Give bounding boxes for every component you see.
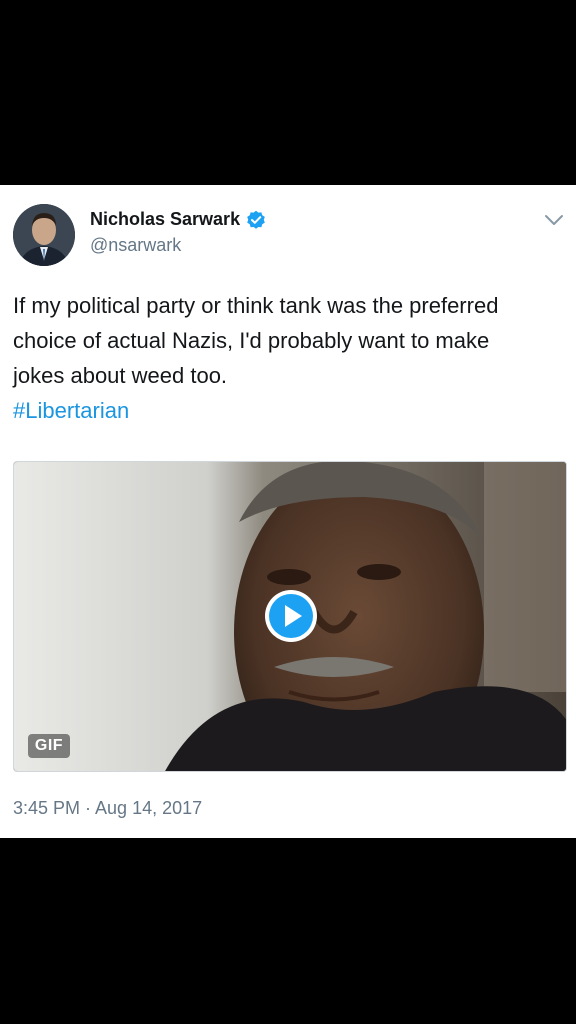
- author-handle[interactable]: @nsarwark: [90, 235, 181, 256]
- hashtag-link[interactable]: #Libertarian: [13, 398, 129, 423]
- chevron-down-icon[interactable]: [543, 212, 565, 228]
- verified-badge-icon: [246, 210, 266, 230]
- tweet-text-line: jokes about weed too.: [13, 363, 228, 388]
- tweet-text-line: choice of actual Nazis, I'd probably wan…: [13, 328, 490, 353]
- author-name-row[interactable]: Nicholas Sarwark: [90, 209, 266, 230]
- tweet-text-line: If my political party or think tank was …: [13, 293, 499, 318]
- gif-media[interactable]: GIF: [13, 461, 567, 772]
- author-name[interactable]: Nicholas Sarwark: [90, 209, 240, 230]
- play-icon[interactable]: [263, 588, 319, 644]
- author-avatar[interactable]: [13, 204, 75, 266]
- gif-badge: GIF: [28, 734, 70, 758]
- tweet-text: If my political party or think tank was …: [13, 288, 563, 428]
- tweet-timestamp[interactable]: 3:45 PM · Aug 14, 2017: [13, 798, 202, 819]
